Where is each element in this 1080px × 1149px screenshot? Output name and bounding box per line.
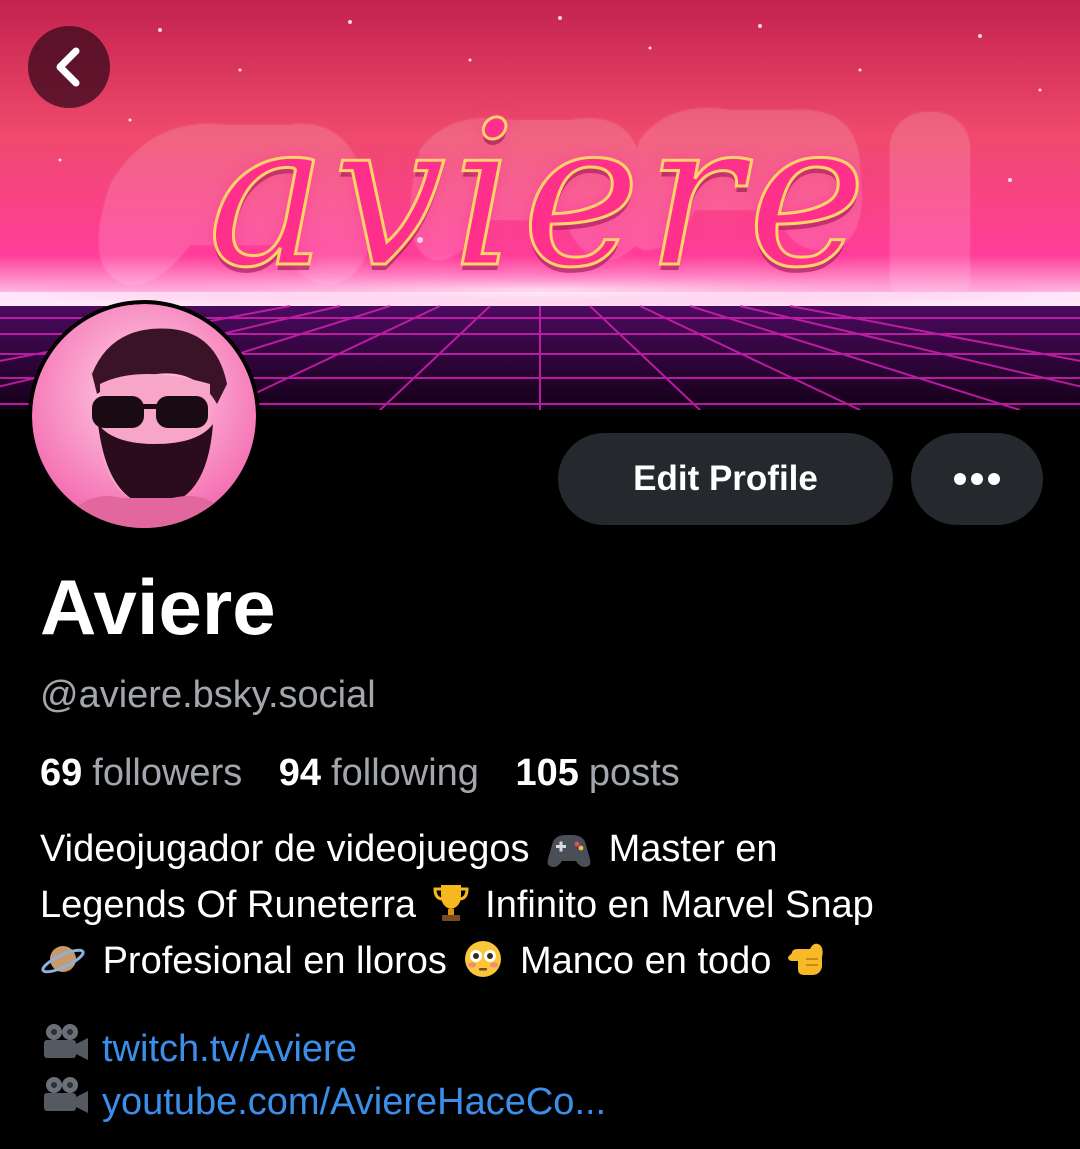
display-name: Aviere bbox=[40, 563, 276, 651]
trophy-emoji bbox=[433, 883, 469, 936]
bio-text: Profesional en lloros bbox=[102, 940, 447, 982]
chevron-left-icon bbox=[56, 47, 80, 87]
movie-camera-emoji bbox=[40, 1075, 92, 1128]
avatar[interactable] bbox=[28, 300, 260, 532]
bio-text: Manco en todo bbox=[520, 940, 772, 982]
back-button[interactable] bbox=[28, 26, 110, 108]
ellipsis-icon bbox=[954, 473, 1000, 485]
profile-handle: @aviere.bsky.social bbox=[40, 674, 376, 716]
bio-line-2: Legends Of Runeterra Infinito en Marvel … bbox=[40, 880, 1050, 936]
profile-bio: Videojugador de videojuegos Master en Le… bbox=[40, 824, 1050, 992]
following-stat[interactable]: 94 following bbox=[279, 752, 479, 795]
bio-line-3: Profesional en lloros Manco en todo bbox=[40, 936, 1050, 992]
ringed-planet-emoji bbox=[40, 939, 86, 992]
link-row-twitch: twitch.tv/Aviere bbox=[40, 1022, 606, 1075]
flushed-face-emoji bbox=[463, 939, 503, 992]
twitch-link[interactable]: twitch.tv/Aviere bbox=[102, 1024, 357, 1074]
youtube-link[interactable]: youtube.com/AviereHaceCo... bbox=[102, 1077, 606, 1127]
bio-text: Master en bbox=[608, 828, 778, 870]
movie-camera-emoji bbox=[40, 1022, 92, 1075]
gamepad-emoji bbox=[546, 830, 592, 880]
bio-text: Infinito en Marvel Snap bbox=[485, 884, 874, 926]
bio-text: Legends Of Runeterra bbox=[40, 884, 417, 926]
bio-text: Videojugador de videojuegos bbox=[40, 828, 530, 870]
posts-label: posts bbox=[588, 752, 680, 794]
avatar-image bbox=[32, 304, 256, 528]
posts-count: 105 bbox=[515, 752, 579, 794]
followers-label: followers bbox=[92, 752, 243, 794]
edit-profile-button[interactable]: Edit Profile bbox=[558, 433, 893, 525]
following-label: following bbox=[331, 752, 479, 794]
following-count: 94 bbox=[278, 752, 322, 794]
bio-line-1: Videojugador de videojuegos Master en bbox=[40, 824, 1050, 880]
hand-pointing-left-emoji bbox=[787, 939, 828, 992]
link-row-youtube: youtube.com/AviereHaceCo... bbox=[40, 1075, 606, 1128]
followers-count: 69 bbox=[40, 752, 83, 794]
profile-screen: aviere Edit Profile Aviere @aviere.bsky.… bbox=[0, 0, 1080, 1149]
more-options-button[interactable] bbox=[911, 433, 1043, 525]
profile-links: twitch.tv/Aviere youtube.com/AviereHaceC… bbox=[40, 1022, 606, 1128]
posts-stat: 105 posts bbox=[516, 752, 680, 795]
followers-stat[interactable]: 69 followers bbox=[40, 752, 242, 795]
profile-stats: 69 followers 94 following 105 posts bbox=[40, 752, 706, 795]
